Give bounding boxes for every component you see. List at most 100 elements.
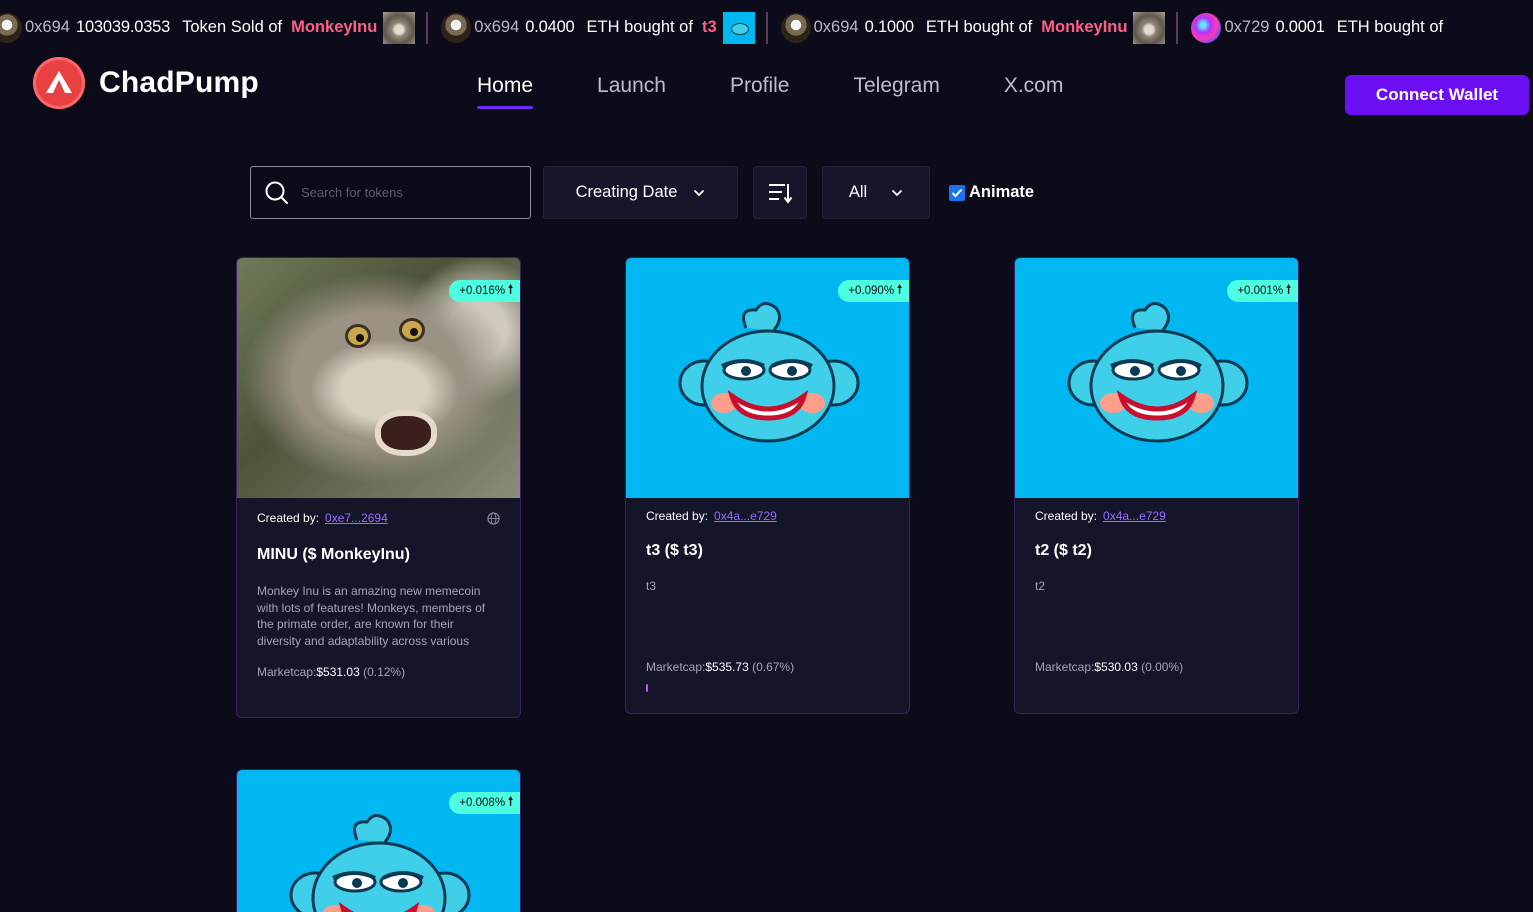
creator-label: Created by: <box>646 509 709 523</box>
animate-label: Animate <box>969 183 1035 201</box>
token-description: t2 <box>1035 579 1046 593</box>
fish-thumbnail-icon <box>722 11 755 44</box>
monkey-eye <box>399 318 425 342</box>
nav-profile[interactable]: Profile <box>730 74 790 106</box>
ticker-amount: 0.0400 <box>525 18 575 36</box>
ticker-item[interactable]: 0x694 103039.0353 Token Sold of MonkeyIn… <box>0 0 416 55</box>
arrow-up-icon: 🠕 <box>508 795 513 808</box>
ticker-item[interactable]: 0x694 0.1000 ETH bought of MonkeyInu <box>780 0 1166 55</box>
nav-telegram[interactable]: Telegram <box>853 74 939 106</box>
chevron-down-icon <box>694 189 705 196</box>
ticker-item[interactable]: 0x694 0.0400 ETH bought of t3 <box>441 0 755 55</box>
price-change-badge: +0.016% 🠕 <box>449 280 520 302</box>
marketcap-change: (0.00%) <box>1137 660 1184 674</box>
marketcap-change: (0.12%) <box>359 665 406 679</box>
chevron-down-icon <box>892 189 903 196</box>
gradient-avatar-icon <box>1191 12 1222 43</box>
marketcap-label: Marketcap: <box>1035 660 1095 674</box>
marketcap-label: Marketcap: <box>257 665 317 679</box>
price-change-badge: +0.001% 🠕 <box>1227 280 1298 302</box>
creator-label: Created by: <box>257 511 320 525</box>
eagle-avatar-icon <box>780 12 811 43</box>
price-change-badge: +0.008% 🠕 <box>449 792 520 814</box>
price-change-badge: +0.090% 🠕 <box>838 280 909 302</box>
monkey-thumbnail-icon <box>1133 11 1166 44</box>
filter-dropdown[interactable]: All <box>822 166 930 219</box>
arrow-up-icon: 🠕 <box>508 283 513 296</box>
token-image-monkey: +0.016% 🠕 <box>237 258 520 498</box>
ticker-amount: 103039.0353 <box>75 18 171 36</box>
ticker-token[interactable]: MonkeyInu <box>1041 18 1127 37</box>
arrow-up-icon: 🠕 <box>1286 283 1291 296</box>
connect-wallet-button[interactable]: Connect Wallet <box>1345 75 1529 115</box>
sort-direction-button[interactable] <box>753 166 807 219</box>
trade-ticker: 0x694 103039.0353 Token Sold of MonkeyIn… <box>0 0 1533 55</box>
card-body: Created by: 0x4a...e729 t2 ($ t2) t2 Mar… <box>1015 498 1298 674</box>
ticker-divider <box>1176 11 1179 44</box>
nav-home[interactable]: Home <box>477 74 534 109</box>
ticker-token[interactable]: t3 <box>702 18 717 37</box>
token-image-fish: +0.001% 🠕 <box>1015 258 1298 498</box>
nav-x[interactable]: X.com <box>1004 74 1064 106</box>
ticker-address: 0x694 <box>474 18 520 36</box>
creator-label: Created by: <box>1035 509 1098 523</box>
animate-checkbox[interactable] <box>949 184 965 201</box>
main-nav: Home Launch Profile Telegram X.com <box>477 74 1127 109</box>
eagle-avatar-icon <box>0 12 22 43</box>
creator-row: Created by: 0x4a...e729 <box>646 509 889 523</box>
token-name: t3 ($ t3) <box>646 542 703 559</box>
ticker-amount: 0.0001 <box>1275 18 1325 36</box>
globe-icon[interactable] <box>487 512 500 525</box>
ticker-address: 0x694 <box>813 18 859 36</box>
search-icon <box>265 181 288 204</box>
token-card[interactable]: +0.090% 🠕 Created by: 0x4a...e729 t3 ($ … <box>625 257 910 714</box>
ticker-item[interactable]: 0x729 0.0001 ETH bought of <box>1191 0 1443 55</box>
monkey-thumbnail-icon <box>383 11 416 44</box>
ticker-action: Token Sold of <box>182 18 283 36</box>
marketcap-label: Marketcap: <box>646 660 706 674</box>
creator-address-link[interactable]: 0xe7...2694 <box>325 511 388 525</box>
token-name: t2 ($ t2) <box>1035 542 1092 559</box>
ticker-amount: 0.1000 <box>864 18 914 36</box>
marketcap-change: (0.67%) <box>748 660 795 674</box>
price-change-value: +0.008% <box>459 797 506 809</box>
filter-dropdown-label: All <box>848 183 868 201</box>
token-card[interactable]: +0.008% 🠕 <box>236 769 521 912</box>
marketcap-value: $535.73 <box>705 660 749 674</box>
sort-dropdown[interactable]: Creating Date <box>543 166 738 219</box>
token-card[interactable]: +0.001% 🠕 Created by: 0x4a...e729 t2 ($ … <box>1014 257 1299 714</box>
creator-address-link[interactable]: 0x4a...e729 <box>1103 509 1166 523</box>
price-change-value: +0.001% <box>1237 285 1284 297</box>
ticker-action: ETH bought of <box>586 18 693 36</box>
arrow-up-icon: 🠕 <box>897 283 902 296</box>
brand-logo[interactable]: ChadPump <box>33 57 259 109</box>
nav-launch[interactable]: Launch <box>597 74 666 106</box>
marketcap-row: Marketcap:$531.03 (0.12%) <box>257 665 500 679</box>
ticker-token[interactable]: MonkeyInu <box>291 18 377 37</box>
animate-toggle[interactable]: Animate <box>949 183 1034 202</box>
ticker-action: ETH bought of <box>925 18 1033 36</box>
marketcap-value: $530.03 <box>1094 660 1138 674</box>
sort-dropdown-label: Creating Date <box>575 183 678 201</box>
bonding-progress-bar <box>646 684 648 692</box>
ticker-address: 0x694 <box>25 18 70 36</box>
token-card[interactable]: +0.016% 🠕 Created by: 0xe7...2694 MINU (… <box>236 257 521 718</box>
token-image-fish: +0.008% 🠕 <box>237 770 520 912</box>
marketcap-row: Marketcap:$535.73 (0.67%) <box>646 660 889 674</box>
brand-name: ChadPump <box>99 66 259 99</box>
search-input[interactable] <box>301 185 521 200</box>
search-box[interactable] <box>250 166 531 219</box>
creator-address-link[interactable]: 0x4a...e729 <box>714 509 777 523</box>
monkey-mouth <box>375 410 437 456</box>
marketcap-row: Marketcap:$530.03 (0.00%) <box>1035 660 1278 674</box>
token-image-fish: +0.090% 🠕 <box>626 258 909 498</box>
sort-order-icon <box>769 183 793 204</box>
avalanche-logo-icon <box>33 57 85 109</box>
token-name: MINU ($ MonkeyInu) <box>257 546 410 563</box>
monkey-eye <box>345 324 371 348</box>
ticker-action: ETH bought of <box>1336 18 1444 36</box>
ticker-divider <box>765 11 768 44</box>
price-change-value: +0.090% <box>848 285 895 297</box>
token-description: t3 <box>646 579 657 593</box>
card-body: Created by: 0xe7...2694 MINU ($ MonkeyIn… <box>237 498 520 679</box>
